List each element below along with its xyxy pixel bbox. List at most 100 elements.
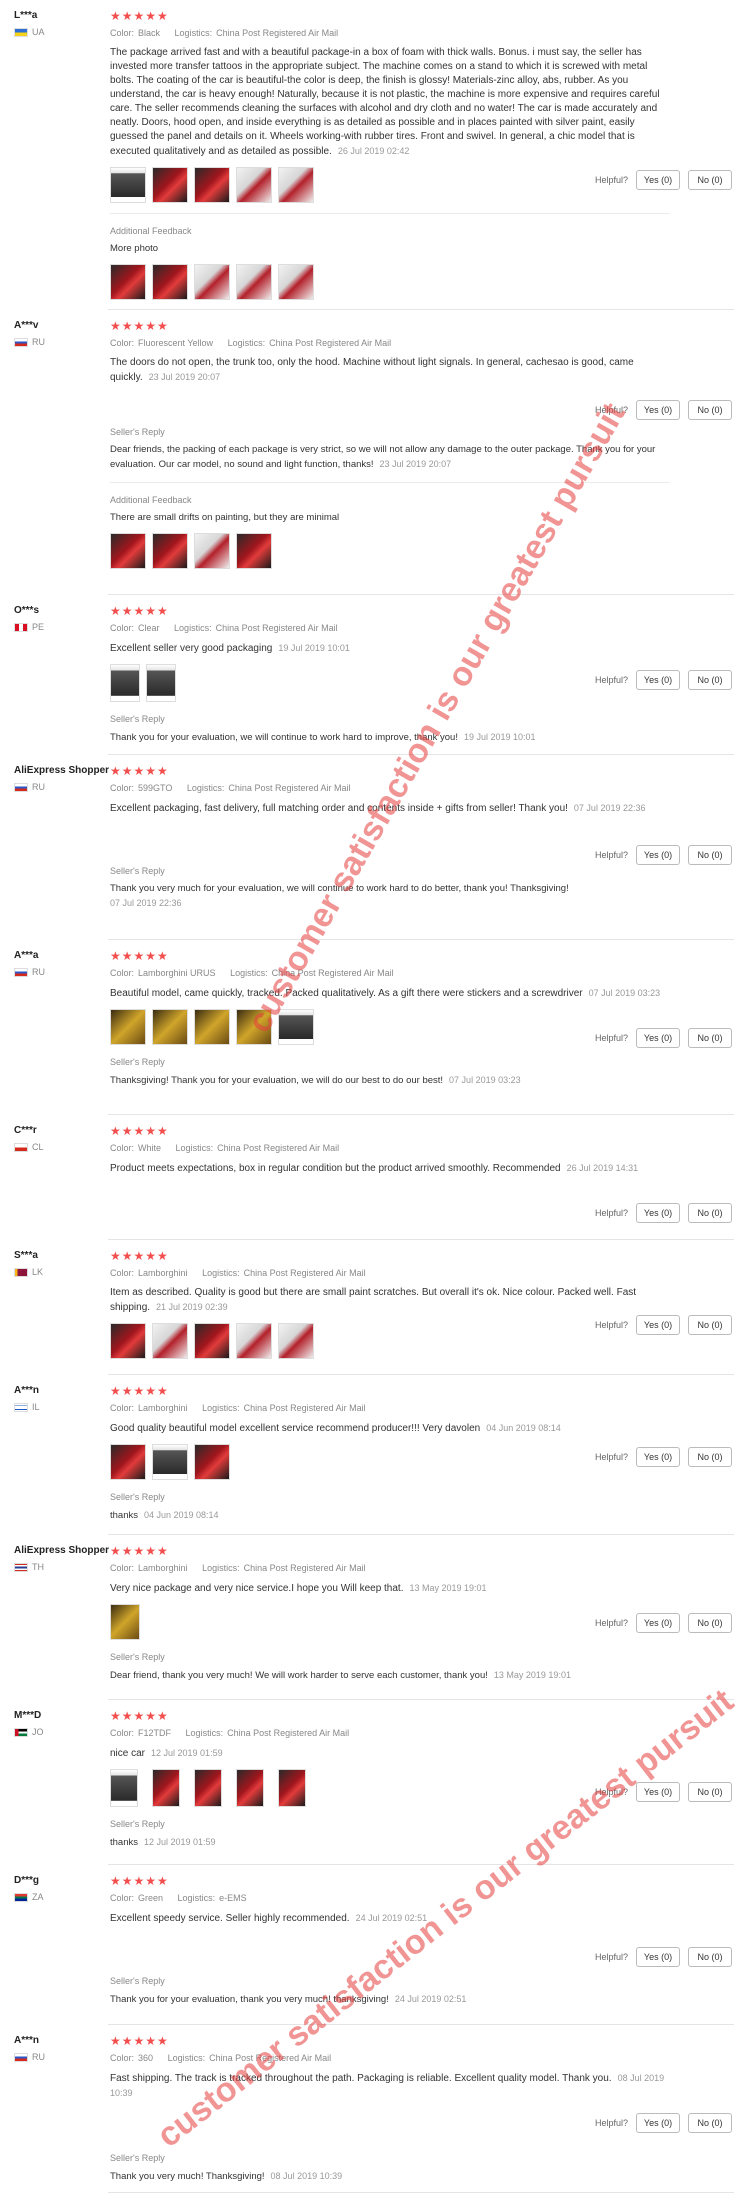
helpful-no-button[interactable]: No (0) <box>688 400 732 420</box>
review-photo[interactable] <box>278 264 314 300</box>
helpful-yes-button[interactable]: Yes (0) <box>636 1028 680 1048</box>
review-photo[interactable] <box>236 264 272 300</box>
review-photo[interactable] <box>152 264 188 300</box>
helpful-no-button[interactable]: No (0) <box>688 2113 732 2133</box>
review-photo[interactable] <box>278 1323 314 1359</box>
review-photos <box>110 1444 670 1480</box>
helpful-no-button[interactable]: No (0) <box>688 1028 732 1048</box>
star-rating: ★★★★★ <box>110 1874 169 1888</box>
review-photo[interactable] <box>194 1009 230 1045</box>
reviewer-country: RU <box>14 337 114 347</box>
helpful-yes-button[interactable]: Yes (0) <box>636 2113 680 2133</box>
review-photo[interactable] <box>194 533 230 569</box>
country-code: TH <box>32 1562 44 1572</box>
review-photo[interactable] <box>110 533 146 569</box>
sellers-reply-label: Seller's Reply <box>110 866 165 876</box>
review-photo[interactable] <box>236 1009 272 1045</box>
helpful-no-button[interactable]: No (0) <box>688 670 732 690</box>
review-photo[interactable] <box>278 167 314 203</box>
reply-body: Thank you for your evaluation, we will c… <box>110 732 458 743</box>
review-photo[interactable] <box>236 1769 264 1807</box>
helpful-no-button[interactable]: No (0) <box>688 170 732 190</box>
sellers-reply-label: Seller's Reply <box>110 1819 165 1829</box>
helpful-yes-button[interactable]: Yes (0) <box>636 170 680 190</box>
helpful-yes-button[interactable]: Yes (0) <box>636 1613 680 1633</box>
review-body: The package arrived fast and with a beau… <box>110 47 660 157</box>
review-photo[interactable] <box>110 1009 146 1045</box>
order-meta: Color: 360 Logistics: China Post Registere… <box>110 2053 670 2063</box>
color-value: Lamborghini <box>138 1403 188 1413</box>
review-item: A***v RU ★★★★★ Color: Fluorescent Yellow … <box>0 310 750 595</box>
order-meta: Color: Lamborghini Logistics: China Post R… <box>110 1563 670 1573</box>
review-photo[interactable] <box>110 664 140 702</box>
helpful-no-button[interactable]: No (0) <box>688 1613 732 1633</box>
sellers-reply-label: Seller's Reply <box>110 714 165 724</box>
review-photo[interactable] <box>152 1769 180 1807</box>
helpful-controls: Helpful? Yes (0) No (0) <box>595 1447 732 1467</box>
review-photo[interactable] <box>236 1323 272 1359</box>
review-photo[interactable] <box>110 167 146 203</box>
review-photo[interactable] <box>278 1769 306 1807</box>
review-photo[interactable] <box>110 1769 138 1807</box>
review-photo[interactable] <box>194 1323 230 1359</box>
flag-ua-icon <box>14 27 28 37</box>
helpful-yes-button[interactable]: Yes (0) <box>636 400 680 420</box>
review-photo[interactable] <box>110 1323 146 1359</box>
review-photo[interactable] <box>194 1444 230 1480</box>
review-photo[interactable] <box>110 264 146 300</box>
flag-jo-icon <box>14 1727 28 1737</box>
reply-body: Thanksgiving! Thank you for your evaluat… <box>110 1075 444 1086</box>
helpful-controls: Helpful? Yes (0) No (0) <box>595 1315 732 1335</box>
reviewer-country: RU <box>14 2052 114 2062</box>
review-photo[interactable] <box>110 1604 140 1640</box>
helpful-yes-button[interactable]: Yes (0) <box>636 1203 680 1223</box>
review-date: 12 Jul 2019 01:59 <box>151 1748 223 1758</box>
logistics-value: China Post Registered Air Mail <box>215 623 338 633</box>
reviewer-name: L***a <box>14 10 38 21</box>
helpful-yes-button[interactable]: Yes (0) <box>636 1947 680 1967</box>
review-photo[interactable] <box>194 264 230 300</box>
review-photo[interactable] <box>152 167 188 203</box>
review-text: The package arrived fast and with a beau… <box>110 46 670 159</box>
helpful-controls: Helpful? Yes (0) No (0) <box>595 1947 732 1967</box>
reply-date: 13 May 2019 19:01 <box>493 1670 571 1680</box>
helpful-yes-button[interactable]: Yes (0) <box>636 670 680 690</box>
review-photo[interactable] <box>194 167 230 203</box>
review-photos <box>110 1323 670 1359</box>
review-photo[interactable] <box>278 1009 314 1045</box>
review-photo[interactable] <box>236 167 272 203</box>
review-item: A***n IL ★★★★★ Color: Lamborghini Logisti… <box>0 1375 750 1535</box>
helpful-no-button[interactable]: No (0) <box>688 1782 732 1802</box>
helpful-yes-button[interactable]: Yes (0) <box>636 1782 680 1802</box>
review-content: ★★★★★ Color: 360 Logistics: China Post Reg… <box>110 2035 670 2184</box>
helpful-no-button[interactable]: No (0) <box>688 1315 732 1335</box>
review-photo[interactable] <box>152 1444 188 1480</box>
flag-th-icon <box>14 1562 28 1572</box>
helpful-yes-button[interactable]: Yes (0) <box>636 1447 680 1467</box>
color-value: Black <box>138 28 161 38</box>
review-photo[interactable] <box>152 1009 188 1045</box>
review-photo[interactable] <box>236 533 272 569</box>
helpful-controls: Helpful? Yes (0) No (0) <box>595 170 732 190</box>
review-photo[interactable] <box>194 1769 222 1807</box>
star-rating: ★★★★★ <box>110 604 169 618</box>
review-content: ★★★★★ Color: White Logistics: China Post R… <box>110 1125 670 1176</box>
flag-pe-icon <box>14 622 28 632</box>
star-rating: ★★★★★ <box>110 1124 169 1138</box>
helpful-no-button[interactable]: No (0) <box>688 1447 732 1467</box>
helpful-label: Helpful? <box>594 850 628 860</box>
review-photo[interactable] <box>152 533 188 569</box>
review-photo[interactable] <box>152 1323 188 1359</box>
helpful-yes-button[interactable]: Yes (0) <box>636 845 680 865</box>
helpful-no-button[interactable]: No (0) <box>688 845 732 865</box>
flag-il-icon <box>14 1402 28 1412</box>
star-rating: ★★★★★ <box>110 1544 169 1558</box>
helpful-yes-button[interactable]: Yes (0) <box>636 1315 680 1335</box>
review-photos <box>110 1009 670 1045</box>
helpful-no-button[interactable]: No (0) <box>688 1947 732 1967</box>
review-photo[interactable] <box>110 1444 146 1480</box>
logistics-value: China Post Registered Air Mail <box>228 783 351 793</box>
review-photo[interactable] <box>146 664 176 702</box>
logistics-label: Logistics: <box>174 623 212 633</box>
helpful-no-button[interactable]: No (0) <box>688 1203 732 1223</box>
